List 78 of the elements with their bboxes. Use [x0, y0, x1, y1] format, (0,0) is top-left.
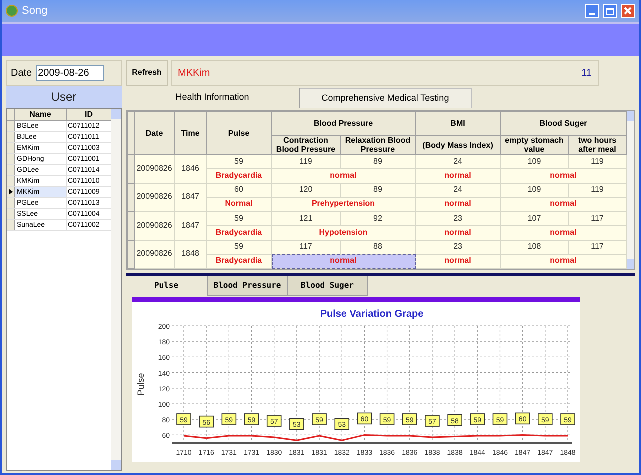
- status-cell[interactable]: normal: [272, 168, 416, 183]
- table-cell: 59: [206, 154, 272, 169]
- date-label: Date: [11, 66, 32, 80]
- table-cell: 121: [272, 212, 340, 226]
- status-cell[interactable]: Prehypertension: [272, 197, 416, 212]
- table-cell: 92: [340, 212, 416, 226]
- column-header[interactable]: Blood Suger: [500, 112, 627, 136]
- window-title: Song: [22, 4, 49, 19]
- column-header[interactable]: Contraction Blood Pressure: [272, 136, 340, 154]
- scrollbar[interactable]: [627, 111, 634, 269]
- status-cell: normal: [416, 254, 501, 268]
- column-header[interactable]: Date: [134, 112, 174, 154]
- table-cell: 23: [416, 212, 501, 226]
- table-cell: 109: [500, 154, 569, 169]
- status-cell: Bradycardia: [206, 226, 272, 240]
- table-cell: 109: [500, 183, 569, 198]
- table-cell: 20090826: [134, 154, 174, 183]
- status-cell: Bradycardia: [206, 168, 272, 183]
- minimize-button[interactable]: [585, 4, 599, 18]
- status-cell: normal: [416, 197, 501, 212]
- scrollbar[interactable]: [111, 109, 121, 470]
- table-cell: 20090826: [134, 212, 174, 240]
- table-cell: 117: [568, 240, 627, 254]
- table-cell: 89: [340, 183, 416, 198]
- status-cell: normal: [500, 254, 627, 268]
- table-cell: 119: [272, 154, 340, 169]
- table-cell: 89: [340, 154, 416, 169]
- chart-tab[interactable]: Blood Pressure: [208, 276, 288, 296]
- table-cell: 20090826: [134, 240, 174, 268]
- close-icon: [622, 5, 634, 17]
- chart-title: Pulse Variation Grape: [320, 309, 424, 320]
- app-icon: [6, 5, 18, 17]
- maximize-button[interactable]: [603, 4, 617, 18]
- table-cell: 117: [568, 212, 627, 226]
- table-cell: 24: [416, 154, 501, 169]
- table-cell: 119: [568, 183, 627, 198]
- column-header[interactable]: ID: [67, 109, 111, 120]
- column-header[interactable]: Relaxation Blood Pressure: [340, 136, 416, 154]
- row-pointer-icon: [8, 189, 12, 195]
- table-cell: 120: [272, 183, 340, 198]
- column-header[interactable]: (Body Mass Index): [416, 136, 501, 154]
- table-cell: 24: [416, 183, 501, 198]
- chart-tab[interactable]: Blood Suger: [288, 276, 368, 296]
- table-cell: 1847: [174, 183, 206, 212]
- status-cell[interactable]: Hypotension: [272, 226, 416, 240]
- table-cell: 60: [206, 183, 272, 198]
- status-cell: normal: [500, 226, 627, 240]
- table-cell: 1848: [174, 240, 206, 268]
- status-cell: normal: [416, 226, 501, 240]
- refresh-button[interactable]: Refresh: [126, 60, 168, 86]
- column-header[interactable]: two hours after meal: [568, 136, 627, 154]
- status-cell: normal: [500, 168, 627, 183]
- record-count: 11: [582, 66, 592, 80]
- table-cell: 23: [416, 240, 501, 254]
- column-header[interactable]: Time: [174, 112, 206, 154]
- column-header[interactable]: Blood Pressure: [272, 112, 416, 136]
- y-axis-label: Pulse: [136, 373, 146, 396]
- table-cell: 1847: [174, 212, 206, 240]
- table-cell: 108: [500, 240, 569, 254]
- tab[interactable]: Comprehensive Medical Testing: [300, 88, 472, 108]
- status-cell: normal: [416, 168, 501, 183]
- table-cell: 107: [500, 212, 569, 226]
- table-cell: 59: [206, 240, 272, 254]
- column-header[interactable]: Name: [15, 109, 67, 120]
- table-cell: 1846: [174, 154, 206, 183]
- column-header[interactable]: empty stomach value: [500, 136, 569, 154]
- table-cell: 20090826: [134, 183, 174, 212]
- date-field[interactable]: 2009-08-26: [36, 65, 104, 81]
- close-button[interactable]: [621, 4, 635, 18]
- table-cell: 59: [206, 212, 272, 226]
- status-cell: Bradycardia: [206, 254, 272, 268]
- user-title: User: [51, 89, 77, 106]
- status-cell: normal: [500, 197, 627, 212]
- patient-name: MKKim: [178, 66, 210, 80]
- column-header[interactable]: BMI: [416, 112, 501, 136]
- table-cell: 119: [568, 154, 627, 169]
- status-cell: Normal: [206, 197, 272, 212]
- column-header[interactable]: Pulse: [206, 112, 272, 154]
